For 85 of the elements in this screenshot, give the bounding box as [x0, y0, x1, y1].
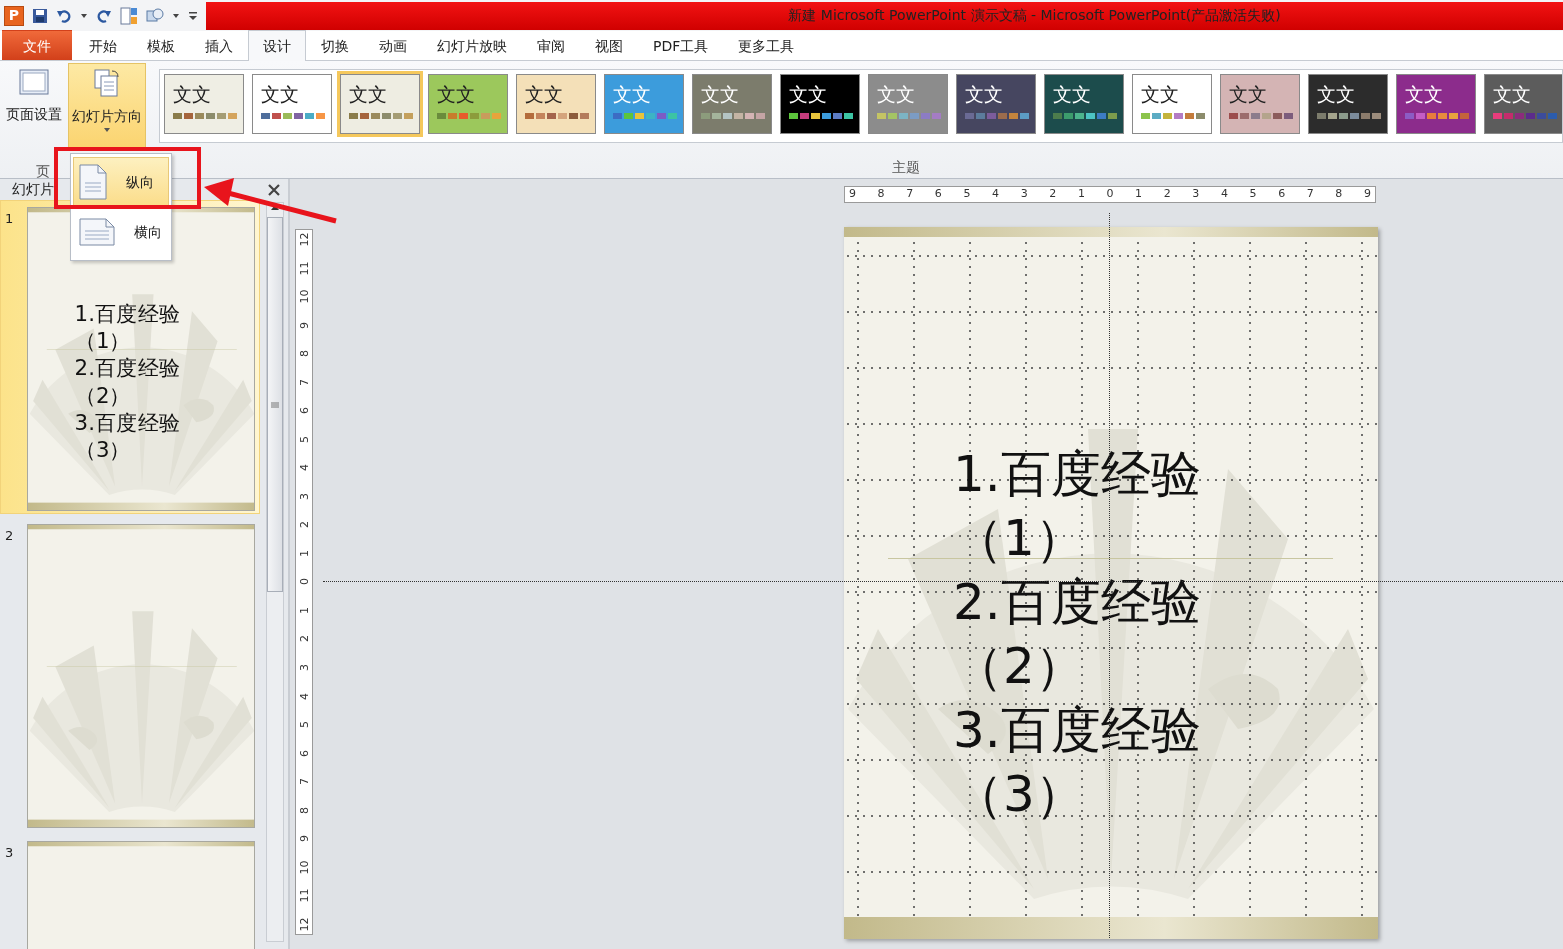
ribbon-tab[interactable]: 模板: [132, 30, 190, 60]
theme-thumbnail[interactable]: 文文: [1220, 74, 1301, 134]
theme-label: 文文: [525, 83, 564, 105]
theme-thumbnail[interactable]: 文文: [252, 74, 333, 134]
ribbon-tab[interactable]: PDF工具: [638, 30, 724, 60]
close-icon[interactable]: [268, 183, 280, 196]
window-title: 新建 Microsoft PowerPoint 演示文稿 - Microsoft PowerPoint(产品激活失败): [788, 6, 1281, 25]
slide-text: 3.百度经验: [953, 700, 1201, 761]
theme-label: 文文: [789, 83, 828, 105]
caret-icon[interactable]: [80, 11, 88, 20]
slide-text: （1）: [953, 508, 1085, 569]
layout-icon[interactable]: [120, 6, 138, 25]
theme-label: 文文: [437, 83, 476, 105]
theme-thumbnail[interactable]: 文文: [1484, 74, 1562, 134]
theme-thumbnail[interactable]: 文文: [1396, 74, 1477, 134]
thumbnail-text: 1.百度经验: [74, 300, 181, 328]
page-icon: [18, 68, 50, 96]
theme-label: 文文: [1405, 83, 1444, 105]
theme-thumbnail[interactable]: 文文: [692, 74, 773, 134]
landscape-page-icon: [78, 217, 116, 247]
file-tab[interactable]: 文件: [2, 30, 72, 60]
slide-number: 1: [5, 210, 15, 228]
slide-number: 3: [5, 844, 15, 862]
theme-label: 文文: [1317, 83, 1356, 105]
scroll-thumb[interactable]: [267, 217, 283, 592]
ribbon-tab[interactable]: 审阅: [522, 30, 580, 60]
theme-label: 文文: [1229, 83, 1268, 105]
theme-thumbnail[interactable]: 文文: [1308, 74, 1389, 134]
theme-thumbnail[interactable]: 文文: [164, 74, 245, 134]
slide-text: 2.百度经验: [953, 572, 1201, 633]
slide-orientation-button[interactable]: 幻灯片方向: [68, 63, 146, 149]
menu-item[interactable]: 横向: [73, 207, 169, 257]
slide-text: （2）: [953, 636, 1085, 697]
theme-label: 文文: [965, 83, 1004, 105]
caret-icon: [103, 127, 111, 133]
portrait-page-icon: [78, 163, 108, 201]
theme-label: 文文: [1053, 83, 1092, 105]
thumbnail-text: （3）: [74, 436, 131, 464]
theme-label: 文文: [261, 83, 300, 105]
theme-thumbnail[interactable]: 文文: [340, 74, 421, 134]
ribbon-tab[interactable]: 开始: [74, 30, 132, 60]
menu-item[interactable]: 纵向: [73, 157, 169, 207]
ribbon-tab[interactable]: 更多工具: [723, 30, 810, 60]
ribbon-tab[interactable]: 动画: [364, 30, 422, 60]
slide-text: （3）: [953, 764, 1085, 825]
redo-icon[interactable]: [96, 7, 112, 24]
theme-thumbnail[interactable]: 文文: [516, 74, 597, 134]
grip-icon: [271, 401, 279, 408]
panel-tab[interactable]: 幻灯片: [12, 179, 54, 200]
ribbon-tab[interactable]: 幻灯片放映: [422, 30, 522, 60]
slide-number: 2: [5, 527, 15, 545]
page-setup-button[interactable]: 页面设置: [0, 63, 68, 147]
theme-thumbnail[interactable]: 文文: [780, 74, 861, 134]
theme-label: 文文: [701, 83, 740, 105]
theme-label: 文文: [1141, 83, 1180, 105]
theme-label: 文文: [1493, 83, 1532, 105]
theme-label: 文文: [877, 83, 916, 105]
horizontal-ruler: 9 8 7 6 5 4 3 2 1 0 1 2 3 4 5 6 7 8 9: [844, 186, 1376, 203]
thumbnail-text: 3.百度经验: [74, 409, 181, 437]
ribbon-tab[interactable]: 设计: [248, 30, 306, 61]
group-label: 主题: [892, 158, 922, 177]
save-icon[interactable]: [32, 7, 48, 24]
shapes-icon[interactable]: [146, 6, 164, 25]
vertical-ruler: 12 11 10 9 8 7 6 5 4 3 2 1 0 1 2 3 4 5 6 7 8 9 10 11 12: [295, 229, 313, 935]
ribbon-tab[interactable]: 插入: [190, 30, 248, 60]
caret-icon[interactable]: [172, 11, 180, 20]
app-logo: P: [4, 5, 24, 26]
theme-label: 文文: [173, 83, 212, 105]
theme-thumbnail[interactable]: 文文: [428, 74, 509, 134]
slide-text: 1.百度经验: [953, 444, 1201, 505]
theme-thumbnail[interactable]: 文文: [956, 74, 1037, 134]
thumbnail-text: （1）: [74, 327, 131, 355]
theme-thumbnail[interactable]: 文文: [1132, 74, 1213, 134]
thumbnail-text: （2）: [74, 382, 131, 410]
ribbon-tab[interactable]: 切换: [306, 30, 364, 60]
theme-thumbnail[interactable]: 文文: [1044, 74, 1125, 134]
pages-icon: [92, 68, 122, 98]
slide-thumbnail[interactable]: [28, 525, 254, 827]
ribbon-tab[interactable]: 视图: [580, 30, 638, 60]
group-label: 页: [36, 162, 51, 181]
theme-label: 文文: [349, 83, 388, 105]
scrollbar[interactable]: [266, 202, 284, 942]
theme-label: 文文: [613, 83, 652, 105]
undo-icon[interactable]: [56, 7, 72, 24]
thumbnail-text: 2.百度经验: [74, 354, 181, 382]
